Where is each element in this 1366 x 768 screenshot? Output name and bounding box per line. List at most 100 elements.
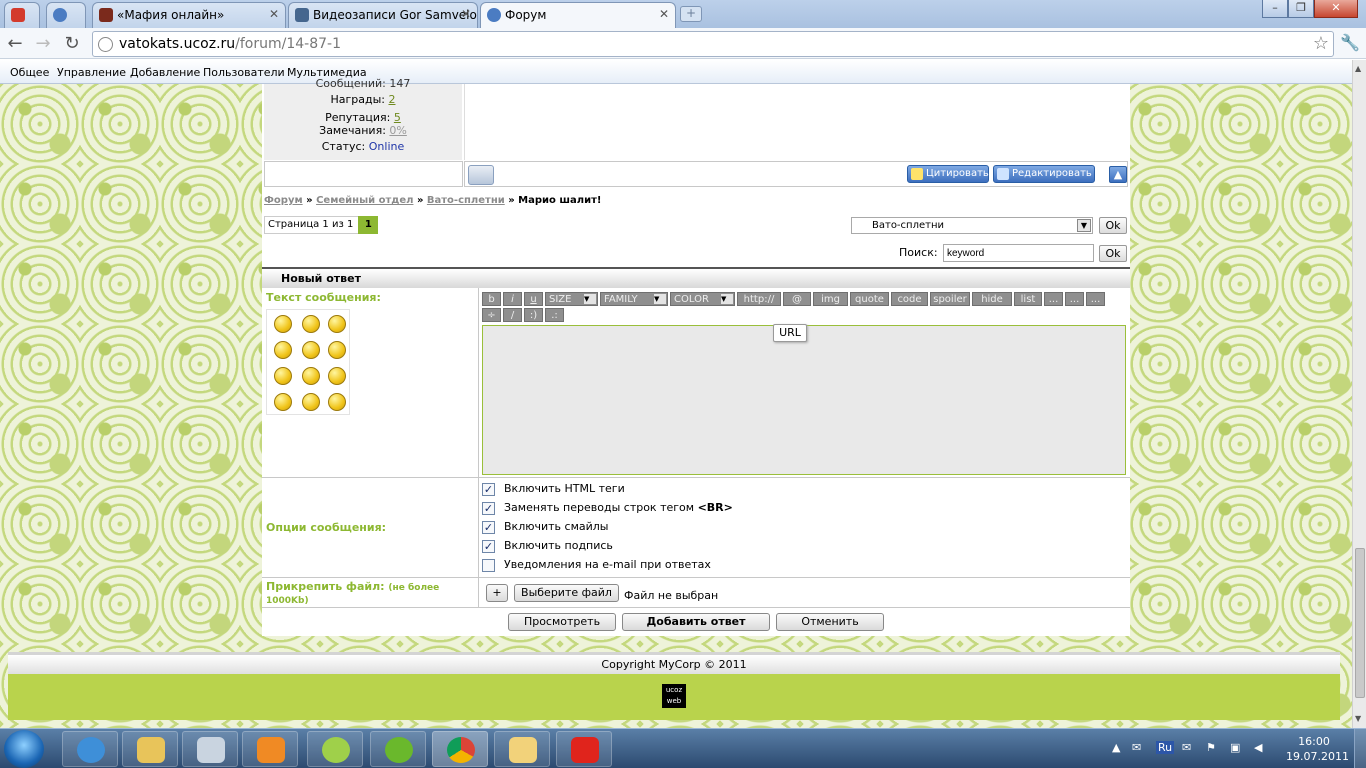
taskbar-ie[interactable] — [62, 731, 118, 767]
awards-link[interactable]: 2 — [389, 93, 396, 106]
bbcode-color-select[interactable]: COLOR ▼ — [670, 292, 735, 306]
bbcode-quote-button[interactable]: quote — [850, 292, 889, 306]
bbcode-smile-button[interactable]: :) — [524, 308, 543, 322]
bbcode-size-select[interactable]: SIZE ▼ — [545, 292, 598, 306]
smiley-grin-icon[interactable] — [302, 315, 320, 333]
forward-arrow-icon[interactable]: → — [32, 33, 54, 55]
tray-mail-icon[interactable]: ✉ — [1132, 741, 1141, 754]
breadcrumb-gossip[interactable]: Вато-сплетни — [427, 195, 505, 206]
scroll-top-button[interactable]: ▲ — [1109, 166, 1127, 183]
admin-menu-general[interactable]: Общее — [10, 66, 49, 79]
smiley-tongue-icon[interactable] — [274, 393, 292, 411]
smiley-angry-icon[interactable] — [274, 315, 292, 333]
admin-menu-add[interactable]: Добавление — [130, 66, 200, 79]
checkbox-br-tags[interactable]: ✓ — [482, 502, 495, 515]
tab-video[interactable]: Видеозаписи Gor Samvelo ✕ — [288, 2, 478, 28]
smiley-shocked-icon[interactable] — [274, 341, 292, 359]
bbcode-more-button-3[interactable]: ... — [1086, 292, 1105, 306]
tab-mafia[interactable]: «Мафия онлайн» ✕ — [92, 2, 286, 28]
smiley-unsure-icon[interactable] — [328, 393, 346, 411]
taskbar-media[interactable] — [242, 731, 298, 767]
submit-reply-button[interactable]: Добавить ответ — [622, 613, 770, 631]
reload-icon[interactable]: ↻ — [61, 33, 83, 55]
bbcode-url-button[interactable]: http:// — [737, 292, 781, 306]
taskbar-clock[interactable]: 16:00 19.07.2011 — [1286, 734, 1349, 764]
taskbar-gtalk[interactable] — [307, 731, 363, 767]
edit-button[interactable]: Редактировать — [993, 165, 1095, 183]
admin-menu-manage[interactable]: Управление — [57, 66, 126, 79]
search-input[interactable] — [943, 244, 1094, 262]
scroll-up-arrow-icon[interactable]: ▲ — [1355, 64, 1361, 73]
bbcode-divide-button[interactable]: ÷ — [482, 308, 501, 322]
bbcode-slash-button[interactable]: / — [503, 308, 522, 322]
checkbox-html-tags[interactable]: ✓ — [482, 483, 495, 496]
address-bar[interactable]: vatokats.ucoz.ru/forum/14-87-1 ☆ — [92, 31, 1334, 57]
close-icon[interactable]: ✕ — [269, 7, 279, 21]
bbcode-code-button[interactable]: code — [891, 292, 928, 306]
tab-pinned-2[interactable] — [46, 2, 86, 28]
smiley-surprised-icon[interactable] — [328, 367, 346, 385]
add-file-button[interactable]: + — [486, 584, 508, 602]
bbcode-italic-button[interactable]: i — [503, 292, 522, 306]
tray-flag-icon[interactable]: ⚑ — [1206, 741, 1216, 754]
taskbar-explorer[interactable] — [122, 731, 178, 767]
close-window-button[interactable]: ✕ — [1314, 0, 1358, 18]
taskbar-icq[interactable] — [370, 731, 426, 767]
remarks-link[interactable]: 0% — [389, 124, 406, 137]
search-ok-button[interactable]: Ok — [1099, 245, 1127, 262]
forum-jump-ok-button[interactable]: Ok — [1099, 217, 1127, 234]
preview-button[interactable]: Просмотреть — [508, 613, 616, 631]
language-indicator[interactable]: Ru — [1156, 741, 1175, 754]
bbcode-underline-button[interactable]: u — [524, 292, 543, 306]
bbcode-extra-button[interactable]: .: — [545, 308, 564, 322]
webcam-icon[interactable] — [468, 165, 494, 185]
bbcode-family-select[interactable]: FAMILY ▼ — [600, 292, 668, 306]
bbcode-email-button[interactable]: @ — [783, 292, 811, 306]
cancel-button[interactable]: Отменить — [776, 613, 884, 631]
tray-volume-icon[interactable]: ◀ — [1254, 741, 1262, 754]
tab-forum-active[interactable]: Форум ✕ — [480, 2, 676, 29]
page-current[interactable]: 1 — [358, 216, 379, 234]
breadcrumb-forum[interactable]: Форум — [264, 195, 303, 206]
breadcrumb-family[interactable]: Семейный отдел — [316, 195, 413, 206]
taskbar-app-red[interactable] — [556, 731, 612, 767]
smiley-wink-icon[interactable] — [302, 341, 320, 359]
bbcode-more-button-1[interactable]: ... — [1044, 292, 1063, 306]
bbcode-hide-button[interactable]: hide — [972, 292, 1012, 306]
taskbar-calculator[interactable] — [182, 731, 238, 767]
back-arrow-icon[interactable]: ← — [4, 33, 26, 55]
scroll-down-arrow-icon[interactable]: ▼ — [1355, 714, 1361, 723]
bbcode-bold-button[interactable]: b — [482, 292, 501, 306]
bbcode-spoiler-button[interactable]: spoiler — [930, 292, 970, 306]
smiley-happy-icon[interactable] — [328, 341, 346, 359]
choose-file-button[interactable]: Выберите файл — [514, 584, 619, 602]
close-icon[interactable]: ✕ — [461, 7, 471, 21]
close-icon[interactable]: ✕ — [659, 7, 669, 21]
tray-network-icon[interactable]: ▣ — [1230, 741, 1240, 754]
wrench-menu-icon[interactable]: 🔧 — [1340, 33, 1360, 52]
minimize-button[interactable]: – — [1262, 0, 1288, 18]
smiley-confused-icon[interactable] — [302, 393, 320, 411]
scrollbar-thumb[interactable] — [1355, 548, 1365, 698]
show-desktop-button[interactable] — [1354, 729, 1366, 768]
checkbox-email-notify[interactable] — [482, 559, 495, 572]
quote-button[interactable]: Цитировать — [907, 165, 989, 183]
tray-expand-icon[interactable]: ▲ — [1112, 741, 1120, 754]
checkbox-smilies[interactable]: ✓ — [482, 521, 495, 534]
ucoz-logo[interactable]: ucoz web — [662, 684, 686, 708]
maximize-button[interactable]: ❐ — [1288, 0, 1314, 18]
bookmark-star-icon[interactable]: ☆ — [1313, 33, 1329, 54]
bbcode-more-button-2[interactable]: ... — [1065, 292, 1084, 306]
bbcode-list-button[interactable]: list — [1014, 292, 1042, 306]
new-tab-button[interactable]: + — [680, 6, 702, 22]
message-textarea[interactable] — [482, 325, 1126, 475]
smiley-sad-icon[interactable] — [274, 367, 292, 385]
smiley-cool-icon[interactable] — [328, 315, 346, 333]
forum-jump-select[interactable]: Вато-сплетни ▼ — [851, 217, 1093, 234]
bbcode-img-button[interactable]: img — [813, 292, 848, 306]
smiley-smile-icon[interactable] — [302, 367, 320, 385]
taskbar-mail[interactable] — [494, 731, 550, 767]
taskbar-chrome[interactable] — [432, 731, 488, 767]
tray-gmail-icon[interactable]: ✉ — [1182, 741, 1191, 754]
page-scrollbar[interactable]: ▲ ▼ — [1352, 60, 1366, 728]
